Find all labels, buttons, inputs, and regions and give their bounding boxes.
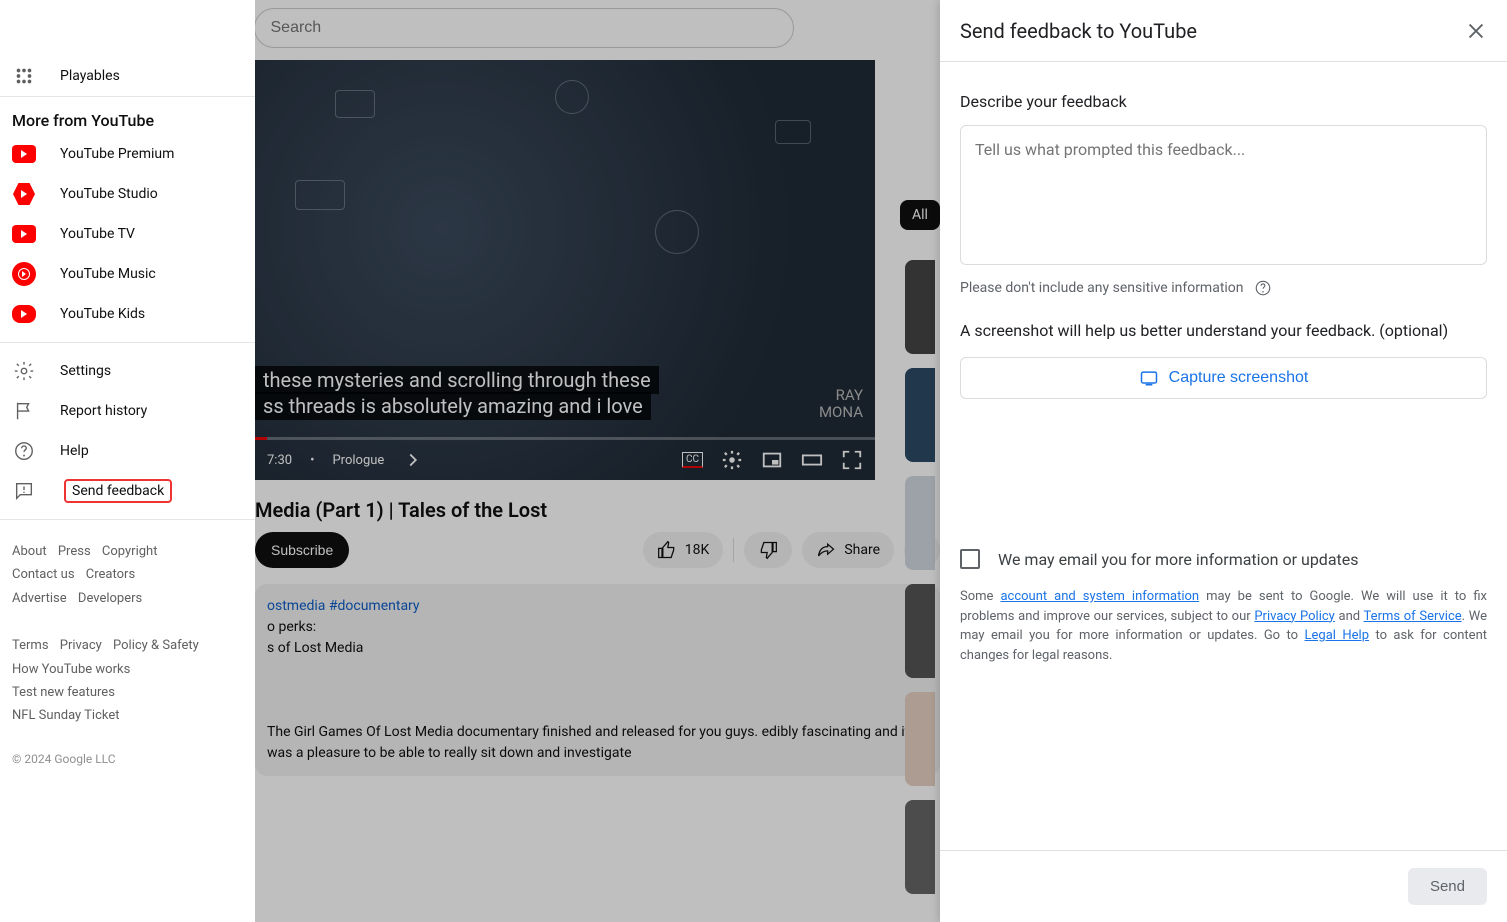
watermark: RAYMONA	[819, 387, 863, 420]
sidebar-item-studio[interactable]: YouTube Studio	[0, 174, 255, 214]
screenshot-icon	[1139, 368, 1159, 388]
sidebar-item-label: YouTube Music	[60, 266, 156, 282]
sidebar-item-report-history[interactable]: Report history	[0, 391, 255, 431]
share-button[interactable]: Share	[802, 532, 894, 568]
send-button[interactable]: Send	[1408, 868, 1487, 905]
legal-text: Some account and system information may …	[960, 587, 1487, 665]
sensitive-hint: Please don't include any sensitive infor…	[960, 280, 1244, 296]
chip-all[interactable]: All	[900, 200, 940, 230]
sidebar-item-help[interactable]: Help	[0, 431, 255, 471]
sidebar-item-tv[interactable]: YouTube TV	[0, 214, 255, 254]
sidebar-item-label: YouTube Kids	[60, 306, 145, 322]
related-thumbnail[interactable]	[905, 476, 935, 570]
footer-link[interactable]: Advertise	[12, 591, 67, 606]
info-icon[interactable]	[1254, 279, 1272, 297]
fullscreen-icon[interactable]	[841, 449, 863, 471]
player-controls: 7:30 • Prologue CC	[255, 440, 875, 480]
help-icon	[12, 439, 36, 463]
sidebar-item-playables[interactable]: Playables	[0, 56, 255, 96]
flag-icon	[12, 399, 36, 423]
search-input[interactable]	[254, 8, 794, 48]
related-thumbnail[interactable]	[905, 260, 935, 354]
youtube-music-icon	[12, 262, 36, 286]
theater-mode-icon[interactable]	[801, 449, 823, 471]
sidebar-item-label: Report history	[60, 403, 147, 419]
related-thumbnail[interactable]	[905, 584, 935, 678]
footer-link[interactable]: How YouTube works	[12, 662, 130, 677]
email-opt-label: We may email you for more information or…	[998, 550, 1359, 569]
share-icon	[816, 540, 836, 560]
describe-label: Describe your feedback	[960, 92, 1487, 111]
link-terms-of-service[interactable]: Terms of Service	[1364, 609, 1462, 624]
footer-link[interactable]: Copyright	[102, 544, 158, 559]
sidebar-item-music[interactable]: YouTube Music	[0, 254, 255, 294]
thumb-down-icon	[758, 540, 778, 560]
chevron-right-icon[interactable]	[402, 449, 424, 471]
close-icon	[1465, 20, 1487, 42]
youtube-tv-icon	[12, 225, 36, 243]
footer-link[interactable]: Policy & Safety	[113, 638, 199, 653]
related-thumbnail[interactable]	[905, 800, 935, 894]
footer-link[interactable]: Privacy	[60, 638, 102, 653]
video-title: Media (Part 1) | Tales of the Lost	[255, 498, 940, 522]
sidebar-item-premium[interactable]: YouTube Premium	[0, 134, 255, 174]
description-box[interactable]: ostmedia #documentary o perks: s of Lost…	[255, 584, 940, 776]
cc-button[interactable]: CC	[682, 452, 703, 468]
like-button[interactable]: 18K	[643, 532, 724, 568]
footer-link[interactable]: Contact us	[12, 567, 75, 582]
email-opt-in-checkbox[interactable]	[960, 549, 980, 569]
guide-sidebar: Playables More from YouTube YouTube Prem…	[0, 0, 255, 922]
sidebar-item-label: YouTube Studio	[60, 186, 158, 202]
filter-chips: All	[900, 200, 940, 230]
gear-icon	[12, 359, 36, 383]
copyright-text: © 2024 Google LLC	[0, 740, 255, 778]
sidebar-item-send-feedback[interactable]: Send feedback	[0, 471, 255, 511]
sidebar-item-label: Help	[60, 443, 89, 459]
capture-screenshot-button[interactable]: Capture screenshot	[960, 357, 1487, 399]
sidebar-item-label: Send feedback	[64, 479, 172, 503]
sidebar-item-label: YouTube TV	[60, 226, 135, 242]
thumb-up-icon	[657, 540, 677, 560]
link-legal-help[interactable]: Legal Help	[1305, 628, 1370, 643]
footer-link[interactable]: NFL Sunday Ticket	[12, 708, 120, 723]
link-privacy-policy[interactable]: Privacy Policy	[1254, 609, 1335, 624]
footer-link[interactable]: Developers	[78, 591, 142, 606]
sidebar-heading: More from YouTube	[0, 105, 255, 134]
close-button[interactable]	[1465, 20, 1487, 42]
feedback-icon	[12, 479, 36, 503]
screenshot-label: A screenshot will help us better underst…	[960, 319, 1487, 343]
sidebar-item-label: Playables	[60, 68, 120, 84]
sidebar-item-label: Settings	[60, 363, 111, 379]
footer-link[interactable]: Terms	[12, 638, 49, 653]
footer-links-primary: About Press Copyright Contact us Creator…	[0, 528, 255, 622]
related-thumbnail[interactable]	[905, 692, 935, 786]
youtube-studio-icon	[13, 183, 35, 205]
footer-links-secondary: Terms Privacy Policy & Safety How YouTub…	[0, 622, 255, 740]
chapter-name: Prologue	[332, 453, 384, 468]
subscribe-button[interactable]: Subscribe	[255, 532, 349, 568]
main-content: these mysteries and scrolling through th…	[255, 56, 940, 776]
miniplayer-icon[interactable]	[761, 449, 783, 471]
sidebar-item-label: YouTube Premium	[60, 146, 174, 162]
playables-icon	[12, 64, 36, 88]
sidebar-item-settings[interactable]: Settings	[0, 351, 255, 391]
youtube-premium-icon	[12, 145, 36, 163]
feedback-panel: Send feedback to YouTube Describe your f…	[940, 0, 1507, 922]
settings-icon[interactable]	[721, 449, 743, 471]
footer-link[interactable]: About	[12, 544, 47, 559]
footer-link[interactable]: Press	[58, 544, 91, 559]
feedback-textarea[interactable]	[960, 125, 1487, 265]
current-time: 7:30	[267, 453, 292, 468]
link-account-system-info[interactable]: account and system information	[1000, 589, 1199, 604]
footer-link[interactable]: Creators	[86, 567, 135, 582]
video-player[interactable]: these mysteries and scrolling through th…	[255, 60, 875, 480]
youtube-kids-icon	[12, 305, 36, 323]
caption-line: these mysteries and scrolling through th…	[255, 366, 659, 394]
panel-title: Send feedback to YouTube	[960, 19, 1197, 43]
related-thumbnail[interactable]	[905, 368, 935, 462]
sidebar-item-kids[interactable]: YouTube Kids	[0, 294, 255, 334]
caption-line: ss threads is absolutely amazing and i l…	[255, 392, 651, 420]
footer-link[interactable]: Test new features	[12, 685, 115, 700]
dislike-button[interactable]	[744, 532, 792, 568]
